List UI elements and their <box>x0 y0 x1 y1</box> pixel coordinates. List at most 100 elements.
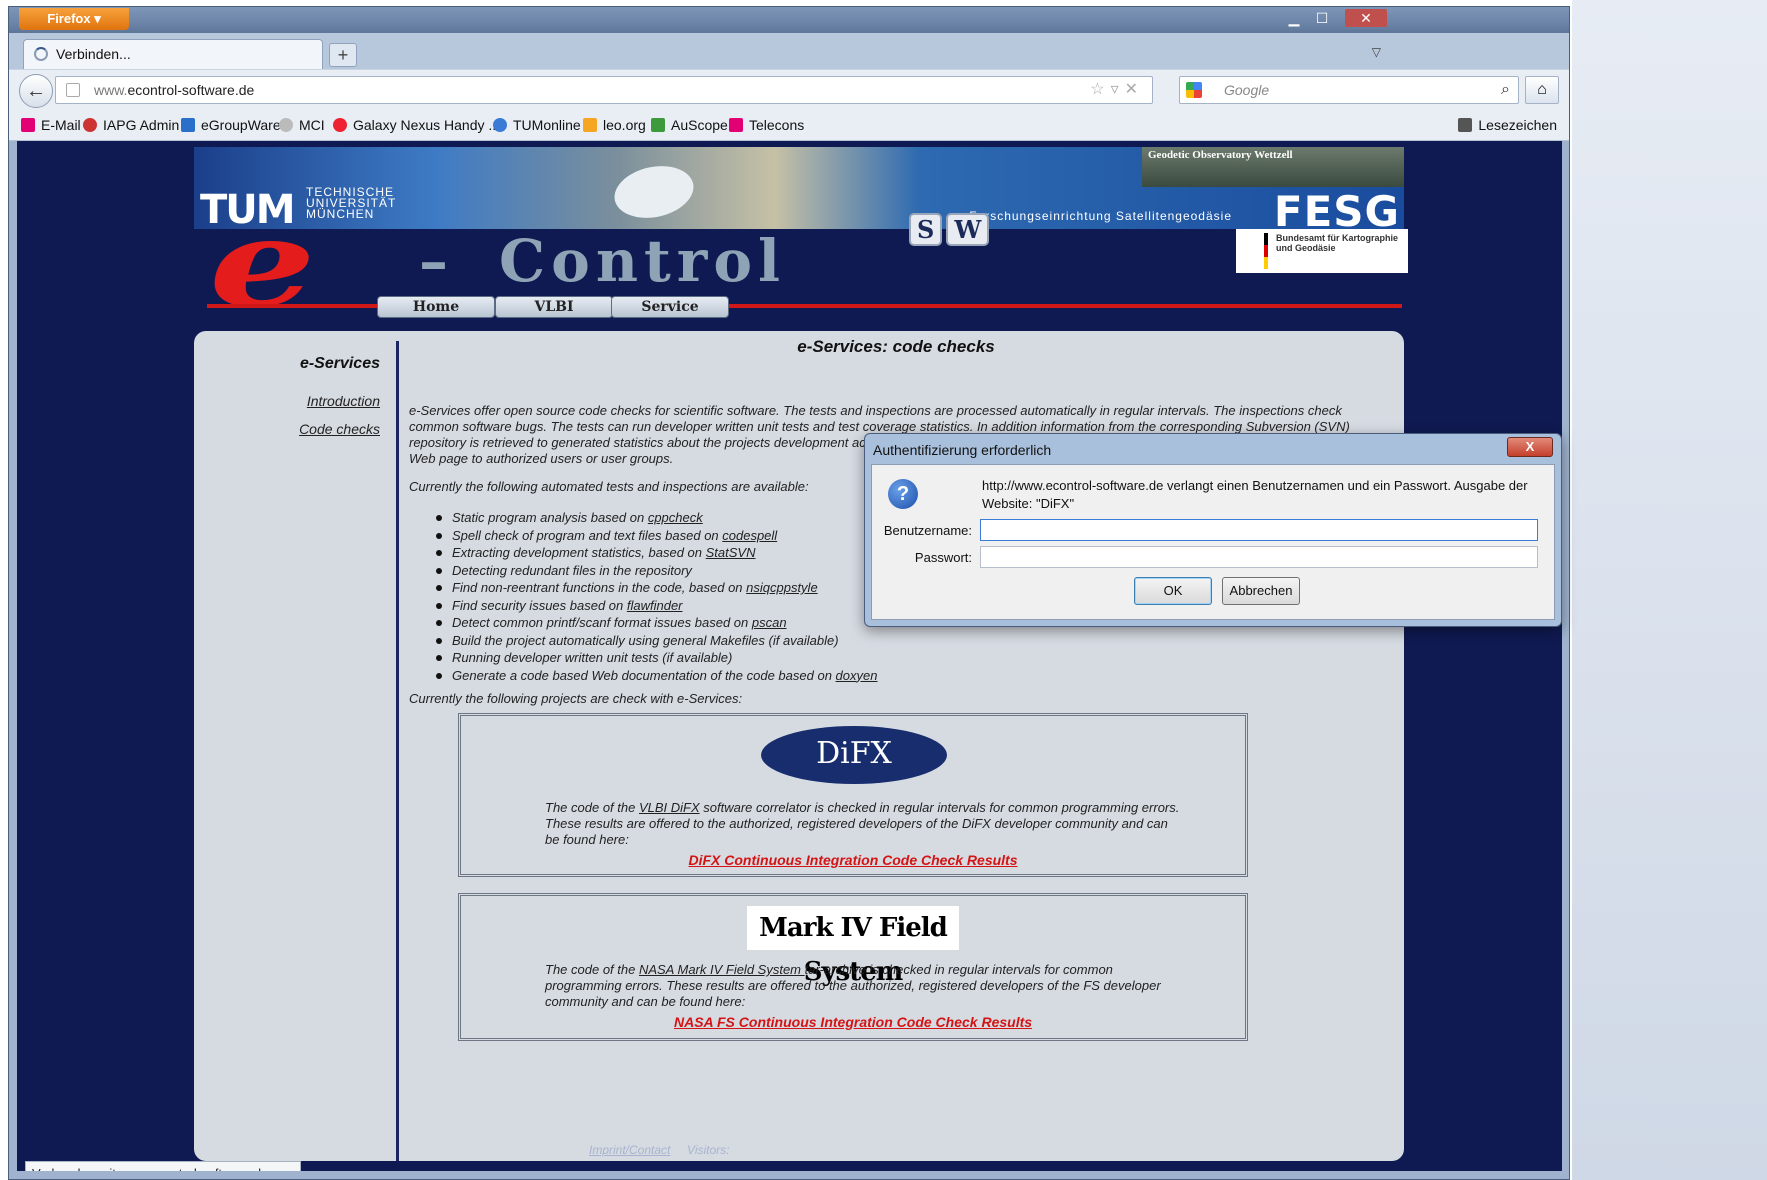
bookmarks-star-icon <box>1458 118 1473 132</box>
bookmark-email[interactable]: E-Mail <box>21 117 81 133</box>
tab-list-icon[interactable]: ▽ <box>1372 45 1381 59</box>
list-item: Generate a code based Web documentation … <box>412 667 1312 685</box>
bookmark-tumonline[interactable]: TUMonline <box>493 117 581 133</box>
bookmark-mci[interactable]: MCI <box>279 117 325 133</box>
list-item-text: Static program analysis based on <box>452 510 648 525</box>
telekom-icon <box>729 118 743 132</box>
stop-icon[interactable]: ✕ <box>1125 81 1144 98</box>
search-engine-icon[interactable] <box>1186 82 1202 98</box>
sidebar-divider <box>396 341 399 1161</box>
link-cppcheck[interactable]: cppcheck <box>648 510 703 525</box>
status-bar: Verbunden mit www.econtrol-software.de..… <box>25 1161 301 1171</box>
link-nasa-mark-iv[interactable]: NASA Mark IV Field System <box>639 962 805 977</box>
link-vlbi-difx[interactable]: VLBI DiFX <box>639 800 700 815</box>
question-icon: ? <box>888 479 918 509</box>
sidebar-title: e-Services <box>299 355 380 372</box>
bookmark-telecons[interactable]: Telecons <box>729 117 804 133</box>
list-item-text: Generate a code based Web documentation … <box>452 667 836 683</box>
bookmark-label: AuScope <box>671 117 728 133</box>
link-nsiqcppstyle[interactable]: nsiqcppstyle <box>746 580 818 595</box>
tab-title: Verbinden... <box>56 46 131 62</box>
close-window-button[interactable]: ✕ <box>1345 9 1387 27</box>
sidebar-link-introduction[interactable]: Introduction <box>194 393 380 409</box>
history-dropdown-icon[interactable]: ▿ <box>1111 81 1125 98</box>
list-item-text: Detecting redundant files in the reposit… <box>452 562 692 578</box>
dialog-close-button[interactable]: X <box>1507 437 1553 457</box>
navigation-bar: ← www.econtrol-software.de ☆▿✕ Google ⌕ … <box>9 69 1569 111</box>
link-statsvn[interactable]: StatSVN <box>706 545 756 560</box>
bookmark-label: Galaxy Nexus Handy ... <box>353 117 501 133</box>
bookmark-label: Telecons <box>749 117 805 133</box>
password-field[interactable] <box>980 546 1538 568</box>
list-item-text: Extracting development statistics, based… <box>452 545 706 560</box>
url-bar[interactable]: www.econtrol-software.de ☆▿✕ <box>55 76 1153 104</box>
back-button[interactable]: ← <box>19 74 53 108</box>
mci-icon <box>279 118 293 132</box>
dialog-title: Authentifizierung erforderlich <box>873 442 1052 458</box>
tab-current[interactable]: Verbinden... <box>23 39 323 69</box>
site-identity-icon[interactable] <box>66 83 80 97</box>
nav-service[interactable]: Service <box>611 296 729 318</box>
ok-button[interactable]: OK <box>1134 577 1212 605</box>
page-viewport: TUM TECHNISCHE UNIVERSITÄT MÜNCHEN Forsc… <box>17 141 1562 1171</box>
cancel-button[interactable]: Abbrechen <box>1222 577 1300 605</box>
search-icon[interactable]: ⌕ <box>1501 77 1510 103</box>
firefox-menu-button[interactable]: Firefox ▾ <box>19 8 129 30</box>
link-pscan[interactable]: pscan <box>752 615 787 630</box>
bookmarks-toolbar: E-Mail IAPG Admin eGroupWare MCI Galaxy … <box>9 111 1569 141</box>
new-tab-button[interactable]: + <box>329 43 357 67</box>
bookmark-label: TUMonline <box>513 117 581 133</box>
fesg-caption: Forschungseinrichtung Satellitengeodäsie <box>969 209 1232 223</box>
project-box-markiv: Mark IV Field System The code of the NAS… <box>458 893 1248 1041</box>
bookmark-leo[interactable]: leo.org <box>583 117 646 133</box>
bookmark-label: leo.org <box>603 117 646 133</box>
difx-description: The code of the VLBI DiFX software corre… <box>545 800 1185 848</box>
leo-icon <box>583 118 597 132</box>
username-field[interactable] <box>980 519 1538 541</box>
sw-badge: SW <box>909 213 993 246</box>
bookmark-label: IAPG Admin <box>103 117 180 133</box>
iapg-icon <box>83 118 97 132</box>
sw-w: W <box>946 213 990 246</box>
url-prefix: www. <box>94 82 128 98</box>
minimize-button[interactable]: ▁ <box>1281 9 1307 27</box>
nav-home[interactable]: Home <box>377 296 495 318</box>
tab-strip: Verbinden... + ▽ <box>9 33 1569 69</box>
nav-vlbi[interactable]: VLBI <box>495 296 613 318</box>
auth-dialog: Authentifizierung erforderlich X ? http:… <box>864 433 1562 627</box>
url-actions: ☆▿✕ <box>1090 77 1144 103</box>
bookmark-star-icon[interactable]: ☆ <box>1090 81 1110 98</box>
imprint-link[interactable]: Imprint/Contact <box>589 1143 670 1157</box>
tumonline-icon <box>493 118 507 132</box>
difx-results-link[interactable]: DiFX Continuous Integration Code Check R… <box>461 852 1245 868</box>
bookmark-auscope[interactable]: AuScope <box>651 117 728 133</box>
desktop-background <box>1572 0 1767 1180</box>
observatory-image: Geodetic Observatory Wettzell <box>1142 147 1404 187</box>
sw-s: S <box>909 213 943 246</box>
markiv-logo: Mark IV Field System <box>747 906 959 987</box>
bookmark-galaxy-nexus[interactable]: Galaxy Nexus Handy ... <box>333 117 500 133</box>
loading-spinner-icon <box>34 47 48 61</box>
bookmark-iapg-admin[interactable]: IAPG Admin <box>83 117 179 133</box>
search-placeholder: Google <box>1224 82 1270 98</box>
search-bar[interactable]: Google ⌕ <box>1179 76 1519 104</box>
link-codespell[interactable]: codespell <box>722 528 777 543</box>
telekom-icon <box>21 118 35 132</box>
observatory-caption: Geodetic Observatory Wettzell <box>1148 149 1293 161</box>
difx-text-pre: The code of the <box>545 800 639 815</box>
link-flawfinder[interactable]: flawfinder <box>627 598 683 613</box>
egroupware-icon <box>181 118 195 132</box>
bookmarks-menu-button[interactable]: Lesezeichen <box>1458 117 1557 133</box>
home-button[interactable]: ⌂ <box>1525 76 1559 104</box>
list-item-text: Spell check of program and text files ba… <box>452 527 723 543</box>
list-item-text: Build the project automatically using ge… <box>452 632 839 648</box>
link-doxyen[interactable]: doxyen <box>836 668 878 683</box>
password-label: Passwort: <box>914 550 972 565</box>
list-item-text: Running developer written unit tests (if… <box>452 650 733 665</box>
control-word: Control <box>499 227 787 295</box>
bookmark-egroupware[interactable]: eGroupWare <box>181 117 281 133</box>
nasa-fs-results-link[interactable]: NASA FS Continuous Integration Code Chec… <box>461 1014 1245 1030</box>
sidebar-link-code-checks[interactable]: Code checks <box>194 421 380 437</box>
list-item-text: Find non-reentrant functions in the code… <box>452 580 747 595</box>
maximize-button[interactable]: ☐ <box>1309 9 1335 27</box>
